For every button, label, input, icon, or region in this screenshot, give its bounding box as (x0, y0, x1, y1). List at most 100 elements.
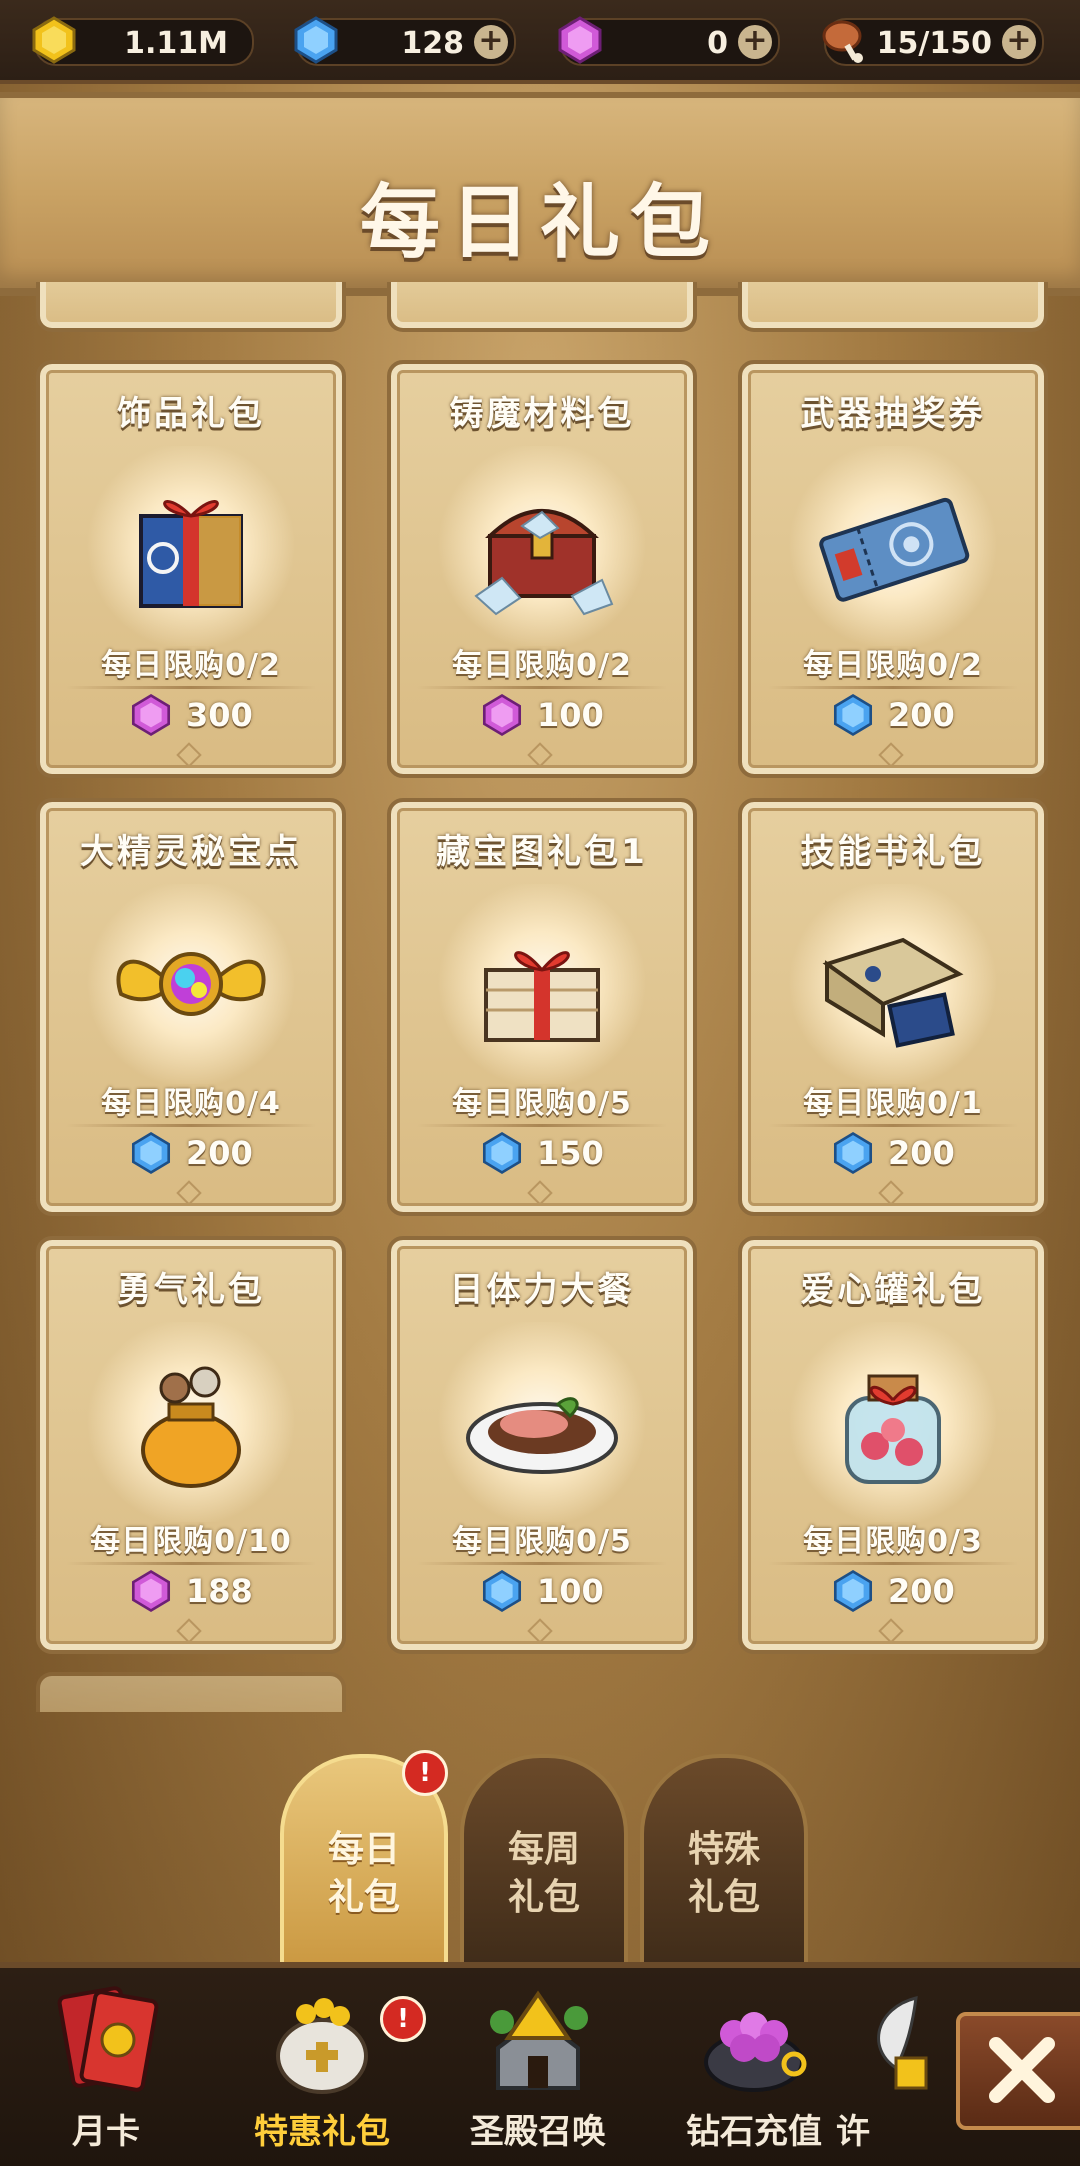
pack-price: 150 (537, 1134, 604, 1172)
pack-price: 200 (888, 696, 955, 734)
card-ornament (527, 1618, 553, 1644)
title-banner: 每日礼包 (0, 92, 1080, 296)
heart-jar-icon (845, 1374, 941, 1484)
gem-counter: 0 + (558, 16, 780, 66)
temple-icon (490, 1990, 588, 2090)
pack-name: 饰品礼包 (117, 394, 265, 434)
pack-card[interactable]: 铸魔材料包 每日限购0/2 100 (387, 360, 697, 778)
tab-label-line1: 特殊 (687, 1829, 760, 1870)
purple-gem-icon (558, 16, 602, 64)
diamond-icon (482, 1569, 522, 1613)
meat-icon (822, 20, 863, 63)
card-icon (57, 1986, 159, 2092)
pack-card[interactable]: 大精灵秘宝点 每日限购0/4 200 (36, 798, 346, 1216)
card-divider (768, 1124, 1018, 1127)
tab-label-line2: 礼包 (687, 1877, 760, 1918)
card-divider (66, 1124, 316, 1127)
diamond-icon (482, 1131, 522, 1175)
purple-gem-icon (482, 693, 522, 737)
nav-label: 特惠礼包 (254, 2112, 390, 2152)
add-stamina-button[interactable]: + (1002, 25, 1036, 59)
daily-limit: 每日限购0/10 (90, 1524, 292, 1559)
diamond-counter: 128 + (294, 16, 516, 66)
treasure-chest-icon (474, 509, 614, 616)
tab-label-line2: 礼包 (327, 1877, 400, 1918)
nav-temple-summon[interactable]: 圣殿召唤 (438, 1968, 638, 2166)
tab-weekly-gift[interactable]: 每周 礼包 (460, 1754, 628, 1982)
diamond-icon (294, 16, 338, 64)
card-ornament (176, 1618, 202, 1644)
wing-icon (877, 1996, 928, 2090)
partial-card (738, 282, 1048, 332)
winged-orb-icon (116, 952, 266, 1016)
add-gem-button[interactable]: + (738, 25, 772, 59)
card-ornament (878, 1180, 904, 1206)
gem-cauldron-icon (704, 2012, 807, 2092)
purple-gem-icon (131, 1569, 171, 1613)
card-ornament (527, 742, 553, 768)
card-divider (417, 1562, 667, 1565)
pack-card[interactable]: 藏宝图礼包1 每日限购0/5 150 (387, 798, 697, 1216)
card-divider (66, 1562, 316, 1565)
pack-price: 200 (888, 1572, 955, 1610)
diamond-icon (833, 1131, 873, 1175)
card-divider (768, 1562, 1018, 1565)
partial-card (36, 1672, 346, 1712)
purple-gem-icon (131, 693, 171, 737)
card-divider (417, 686, 667, 689)
gold-value: 1.11M (124, 26, 228, 61)
pack-name: 武器抽奖券 (800, 394, 986, 434)
skill-book-icon (822, 937, 964, 1048)
daily-limit: 每日限购0/3 (803, 1524, 983, 1559)
daily-limit: 每日限购0/2 (101, 648, 281, 683)
pack-name: 铸魔材料包 (449, 394, 635, 434)
nav-diamond-topup[interactable]: 钻石充值 (654, 1968, 854, 2166)
pack-price: 300 (186, 696, 253, 734)
pack-name: 日体力大餐 (449, 1270, 635, 1310)
partial-card (36, 282, 346, 332)
pack-card[interactable]: 勇气礼包 每日限购0/10 188 (36, 1236, 346, 1654)
nav-wish[interactable]: 许 (836, 1968, 956, 2166)
pack-card[interactable]: 饰品礼包 每日限购0/2 300 (36, 360, 346, 778)
card-divider (417, 1124, 667, 1127)
stamina-value: 15/150 (876, 26, 992, 61)
tab-label-line1: 每日 (327, 1829, 400, 1870)
close-button[interactable] (956, 2012, 1080, 2130)
nav-label: 圣殿召唤 (470, 2112, 606, 2152)
gift-category-tabs: 每日 礼包 ! 每周 礼包 特殊 礼包 (0, 1740, 1080, 1982)
pack-card[interactable]: 爱心罐礼包 每日限购0/3 200 (738, 1236, 1048, 1654)
daily-limit: 每日限购0/5 (452, 1086, 632, 1121)
pack-price: 100 (537, 696, 604, 734)
page-title: 每日礼包 (360, 176, 720, 269)
diamond-icon (833, 693, 873, 737)
pack-price: 188 (186, 1572, 253, 1610)
card-ornament (878, 1618, 904, 1644)
nav-label: 钻石充值 (686, 2112, 822, 2152)
pack-price: 100 (537, 1572, 604, 1610)
daily-limit: 每日限购0/4 (101, 1086, 281, 1121)
add-diamond-button[interactable]: + (474, 25, 508, 59)
card-ornament (878, 742, 904, 768)
pack-name: 大精灵秘宝点 (80, 832, 302, 872)
card-ornament (527, 1180, 553, 1206)
pack-price: 200 (888, 1134, 955, 1172)
pack-card[interactable]: 武器抽奖券 每日限购0/2 200 (738, 360, 1048, 778)
nav-label: 许 (836, 2112, 870, 2152)
diamond-icon (833, 1569, 873, 1613)
card-divider (768, 686, 1018, 689)
tab-label-line1: 每周 (507, 1829, 580, 1870)
pack-card[interactable]: 技能书礼包 每日限购0/1 200 (738, 798, 1048, 1216)
card-ornament (176, 742, 202, 768)
card-ornament (176, 1180, 202, 1206)
map-gift-icon (484, 951, 600, 1042)
daily-limit: 每日限购0/5 (452, 1524, 632, 1559)
close-icon (989, 2037, 1055, 2103)
bottom-navigation: 月卡 特惠礼包 ! 圣殿召唤 钻石充值 许 (0, 1962, 1080, 2166)
ticket-icon (819, 497, 970, 602)
resource-bar: 1.11M 128 + 0 + 15/150 + (0, 0, 1080, 84)
pack-card[interactable]: 日体力大餐 每日限购0/5 100 (387, 1236, 697, 1654)
pack-name: 技能书礼包 (800, 832, 986, 872)
tab-special-gift[interactable]: 特殊 礼包 (640, 1754, 808, 1982)
gold-counter: 1.11M (32, 16, 254, 66)
nav-monthly-card[interactable]: 月卡 (6, 1968, 206, 2166)
